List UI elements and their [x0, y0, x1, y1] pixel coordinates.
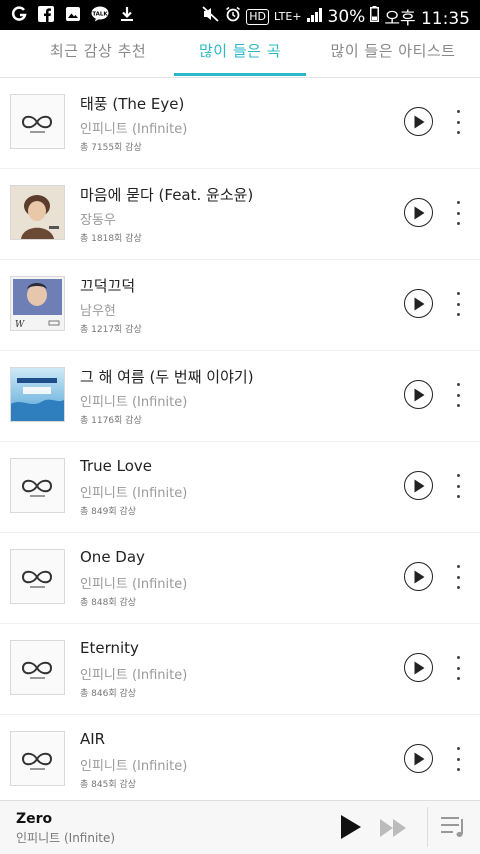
app-g-icon: [10, 5, 28, 23]
play-button[interactable]: [404, 289, 433, 318]
mini-player[interactable]: Zero 인피니트 (Infinite): [0, 800, 480, 854]
network-label: LTE+: [274, 10, 302, 23]
song-row[interactable]: One Day 인피니트 (Infinite) 총 848회 감상: [0, 533, 480, 624]
album-art: [10, 731, 65, 786]
song-title: 태풍 (The Eye): [80, 95, 185, 113]
play-count: 총 849회 감상: [80, 507, 137, 517]
now-playing-artist: 인피니트 (Infinite): [16, 831, 116, 845]
play-button[interactable]: [404, 198, 433, 227]
player-divider: [427, 807, 428, 847]
alarm-icon: [225, 6, 241, 27]
play-count: 총 845회 감상: [80, 780, 137, 790]
song-artist: 인피니트 (Infinite): [80, 577, 188, 592]
play-icon: [414, 115, 424, 128]
player-play-icon[interactable]: [340, 815, 362, 839]
more-options-icon[interactable]: [451, 201, 465, 225]
tab-recent-recommend[interactable]: 최근 감상 추천: [28, 30, 168, 76]
song-artist: 인피니트 (Infinite): [80, 486, 188, 501]
album-art: [10, 367, 65, 422]
album-art: [10, 458, 65, 513]
song-title: Eternity: [80, 639, 139, 657]
next-track-icon[interactable]: [380, 819, 408, 837]
song-row[interactable]: Eternity 인피니트 (Infinite) 총 846회 감상: [0, 624, 480, 715]
album-art: [10, 640, 65, 695]
album-art: [10, 549, 65, 604]
song-artist: 인피니트 (Infinite): [80, 668, 188, 683]
song-title: 마음에 묻다 (Feat. 윤소윤): [80, 186, 254, 204]
more-options-icon[interactable]: [451, 292, 465, 316]
play-icon: [414, 388, 424, 401]
play-count: 총 848회 감상: [80, 598, 137, 608]
play-button[interactable]: [404, 471, 433, 500]
talk-icon: TALK: [91, 5, 109, 23]
battery-icon: [370, 6, 380, 27]
play-count: 총 846회 감상: [80, 689, 137, 699]
song-title: 그 해 여름 (두 번째 이야기): [80, 368, 254, 386]
now-playing-title: Zero: [16, 811, 53, 827]
song-row[interactable]: 마음에 묻다 (Feat. 윤소윤) 장동우 총 1818회 감상: [0, 169, 480, 260]
song-title: One Day: [80, 548, 145, 566]
play-button[interactable]: [404, 653, 433, 682]
facebook-icon: [37, 5, 55, 23]
signal-icon: [306, 7, 323, 27]
more-options-icon[interactable]: [451, 656, 465, 680]
more-options-icon[interactable]: [451, 383, 465, 407]
play-icon: [414, 206, 424, 219]
play-icon: [414, 752, 424, 765]
play-icon: [414, 297, 424, 310]
album-art: W: [10, 276, 65, 331]
more-options-icon[interactable]: [451, 110, 465, 134]
play-icon: [414, 661, 424, 674]
song-artist: 장동우: [80, 213, 116, 228]
play-button[interactable]: [404, 744, 433, 773]
playlist-queue-icon[interactable]: [441, 815, 467, 839]
svg-text:TALK: TALK: [92, 12, 108, 18]
play-count: 총 1818회 감상: [80, 234, 142, 244]
play-icon: [414, 479, 424, 492]
clock: 오후 11:35: [384, 9, 470, 29]
gallery-icon: [64, 5, 82, 23]
play-button[interactable]: [404, 107, 433, 136]
song-row[interactable]: AIR 인피니트 (Infinite) 총 845회 감상: [0, 715, 480, 806]
song-artist: 남우현: [80, 304, 116, 319]
status-bar: TALK HD LTE+ 30% 오후 11:35: [0, 0, 480, 30]
play-button[interactable]: [404, 380, 433, 409]
play-count: 총 1217회 감상: [80, 325, 142, 335]
play-icon: [414, 570, 424, 583]
tab-most-played-songs[interactable]: 많이 들은 곡: [174, 30, 306, 76]
song-row[interactable]: 태풍 (The Eye) 인피니트 (Infinite) 총 7155회 감상: [0, 78, 480, 169]
more-options-icon[interactable]: [451, 474, 465, 498]
system-status: HD LTE+ 30% 오후 11:35: [202, 4, 470, 29]
album-art: [10, 94, 65, 149]
song-artist: 인피니트 (Infinite): [80, 395, 188, 410]
battery-percent: 30%: [327, 6, 366, 27]
song-title: AIR: [80, 730, 106, 748]
album-art: [10, 185, 65, 240]
download-icon: [118, 5, 136, 23]
svg-text:W: W: [15, 320, 25, 330]
notification-icons: TALK: [10, 5, 136, 23]
song-row[interactable]: True Love 인피니트 (Infinite) 총 849회 감상: [0, 442, 480, 533]
more-options-icon[interactable]: [451, 747, 465, 771]
song-title: True Love: [80, 457, 153, 475]
hd-badge: HD: [246, 8, 270, 25]
tab-bar: 최근 감상 추천 많이 들은 곡 많이 들은 아티스트: [0, 30, 480, 78]
song-artist: 인피니트 (Infinite): [80, 122, 188, 137]
song-row[interactable]: W 끄덕끄덕 남우현 총 1217회 감상: [0, 260, 480, 351]
mute-icon: [202, 6, 220, 27]
more-options-icon[interactable]: [451, 565, 465, 589]
play-button[interactable]: [404, 562, 433, 591]
tab-most-played-artists[interactable]: 많이 들은 아티스트: [318, 30, 468, 76]
song-title: 끄덕끄덕: [80, 277, 136, 295]
song-row[interactable]: 그 해 여름 (두 번째 이야기) 인피니트 (Infinite) 총 1176…: [0, 351, 480, 442]
song-artist: 인피니트 (Infinite): [80, 759, 188, 774]
active-tab-indicator: [174, 73, 306, 76]
play-count: 총 1176회 감상: [80, 416, 142, 426]
play-count: 총 7155회 감상: [80, 143, 142, 153]
song-list: 태풍 (The Eye) 인피니트 (Infinite) 총 7155회 감상 …: [0, 78, 480, 806]
